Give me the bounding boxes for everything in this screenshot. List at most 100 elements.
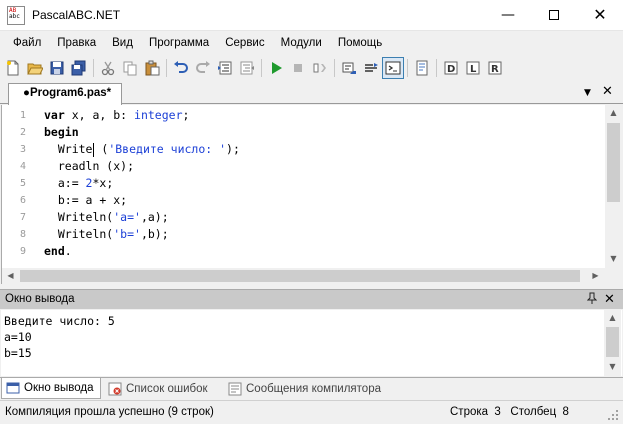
menu-view[interactable]: Вид: [104, 37, 141, 49]
output-line: Введите число: 5: [4, 314, 115, 328]
line-number: 4: [20, 161, 27, 172]
code-text: );: [226, 142, 240, 156]
outdent-button[interactable]: [236, 57, 258, 79]
undo-icon: [174, 61, 188, 73]
pin-icon[interactable]: [586, 292, 598, 307]
line-number: 9: [20, 246, 27, 257]
scroll-left-icon[interactable]: ◀: [2, 271, 19, 280]
output-line: b=15: [4, 346, 32, 360]
output-panel-header: Окно вывода ✕: [0, 289, 623, 309]
menu-modules[interactable]: Модули: [273, 37, 330, 49]
save-all-button[interactable]: [68, 57, 90, 79]
step-button[interactable]: [309, 57, 331, 79]
scroll-down-icon[interactable]: ▼: [605, 254, 622, 263]
toolbar-separator: [436, 59, 437, 77]
output-line: a=10: [4, 330, 32, 344]
scroll-thumb[interactable]: [606, 327, 619, 357]
scroll-thumb[interactable]: [20, 270, 580, 282]
code-line: Write ('Введите число: ');: [44, 142, 240, 157]
outdent-icon: [240, 61, 254, 75]
restore-button[interactable]: R: [484, 57, 506, 79]
line-number: 2: [20, 127, 27, 138]
redo-button[interactable]: [192, 57, 214, 79]
open-button[interactable]: [24, 57, 46, 79]
scroll-thumb[interactable]: [607, 123, 620, 202]
editor-vertical-scrollbar[interactable]: ▲ ▼: [605, 105, 622, 268]
output-vertical-scrollbar[interactable]: ▲ ▼: [604, 310, 621, 376]
code-line: begin: [44, 125, 79, 139]
debug-mode-button[interactable]: D: [440, 57, 462, 79]
toolbar-separator: [166, 59, 167, 77]
menu-help[interactable]: Помощь: [330, 37, 390, 49]
menu-edit[interactable]: Правка: [49, 37, 104, 49]
tab-compiler-messages[interactable]: Сообщения компилятора: [224, 378, 387, 399]
scroll-right-icon[interactable]: ▶: [587, 271, 604, 280]
toolbar: D L R: [0, 55, 623, 81]
run-button[interactable]: [265, 57, 287, 79]
close-window-button[interactable]: ✕: [577, 0, 623, 31]
code-line: a:= 2*x;: [44, 176, 113, 190]
code-line: Writeln('a=',a);: [44, 210, 169, 224]
close-output-panel-button[interactable]: ✕: [604, 292, 615, 307]
save-button[interactable]: [46, 57, 68, 79]
undo-button[interactable]: [170, 57, 192, 79]
compiler-messages-icon: [228, 382, 242, 395]
code-keyword: begin: [44, 125, 79, 139]
code-string: 'a=': [113, 210, 141, 224]
form-designer-icon: [416, 60, 428, 76]
line-number: 6: [20, 195, 27, 206]
code-text: ,b);: [140, 227, 169, 241]
code-text: a:=: [44, 176, 86, 190]
code-text: *x;: [92, 176, 114, 190]
resize-grip-icon[interactable]: [607, 409, 619, 421]
close-tab-button[interactable]: ✕: [602, 84, 613, 99]
tab-program6[interactable]: ●Program6.pas*: [8, 83, 123, 105]
release-mode-button[interactable]: L: [462, 57, 484, 79]
form-designer-button[interactable]: [411, 57, 433, 79]
tab-label: Сообщения компилятора: [246, 382, 381, 395]
svg-text:R: R: [491, 64, 499, 75]
stop-button[interactable]: [287, 57, 309, 79]
document-tab-strip: ●Program6.pas* ▼ ✕: [0, 82, 623, 105]
new-file-button[interactable]: [2, 57, 24, 79]
code-keyword: var: [44, 108, 65, 122]
step-into-button[interactable]: [338, 57, 360, 79]
output-panel-title: Окно вывода: [5, 293, 75, 305]
line-number: 3: [20, 144, 27, 155]
step-over-button[interactable]: [360, 57, 382, 79]
output-window[interactable]: Введите число: 5 a=10 b=15 ▲ ▼: [1, 310, 622, 376]
release-icon: L: [466, 61, 480, 75]
redo-icon: [196, 61, 210, 73]
toolbar-separator: [334, 59, 335, 77]
copy-button[interactable]: [119, 57, 141, 79]
editor-horizontal-scrollbar[interactable]: ◀ ▶: [2, 268, 605, 284]
copy-icon: [123, 61, 137, 76]
code-text: Write: [44, 142, 93, 156]
code-string: 'b=': [113, 227, 141, 241]
scroll-corner: [605, 268, 622, 284]
menu-program[interactable]: Программа: [141, 37, 217, 49]
console-window-button[interactable]: [382, 57, 404, 79]
tab-error-list[interactable]: Список ошибок: [104, 378, 214, 399]
menu-file[interactable]: Файл: [5, 37, 49, 49]
cut-icon: [101, 61, 115, 76]
save-icon: [50, 61, 64, 75]
scroll-up-icon[interactable]: ▲: [604, 313, 621, 322]
code-editor[interactable]: 1 2 3 4 5 6 7 8 9 var x, a, b: integer; …: [1, 105, 622, 284]
menu-service[interactable]: Сервис: [217, 37, 272, 49]
cut-button[interactable]: [97, 57, 119, 79]
open-folder-icon: [27, 63, 43, 75]
scroll-up-icon[interactable]: ▲: [605, 108, 622, 117]
indent-button[interactable]: [214, 57, 236, 79]
tab-output-window[interactable]: Окно вывода: [1, 378, 101, 399]
minimize-button[interactable]: —: [485, 0, 531, 31]
line-number: 8: [20, 229, 27, 240]
title-bar: AB abc PascalABC.NET — ✕: [0, 0, 623, 31]
maximize-button[interactable]: [531, 0, 577, 31]
scroll-down-icon[interactable]: ▼: [604, 362, 621, 371]
paste-button[interactable]: [141, 57, 163, 79]
line-number: 1: [20, 110, 27, 121]
toolbar-separator: [93, 59, 94, 77]
debug-icon: D: [444, 61, 458, 75]
tab-list-dropdown-icon[interactable]: ▼: [584, 88, 591, 98]
